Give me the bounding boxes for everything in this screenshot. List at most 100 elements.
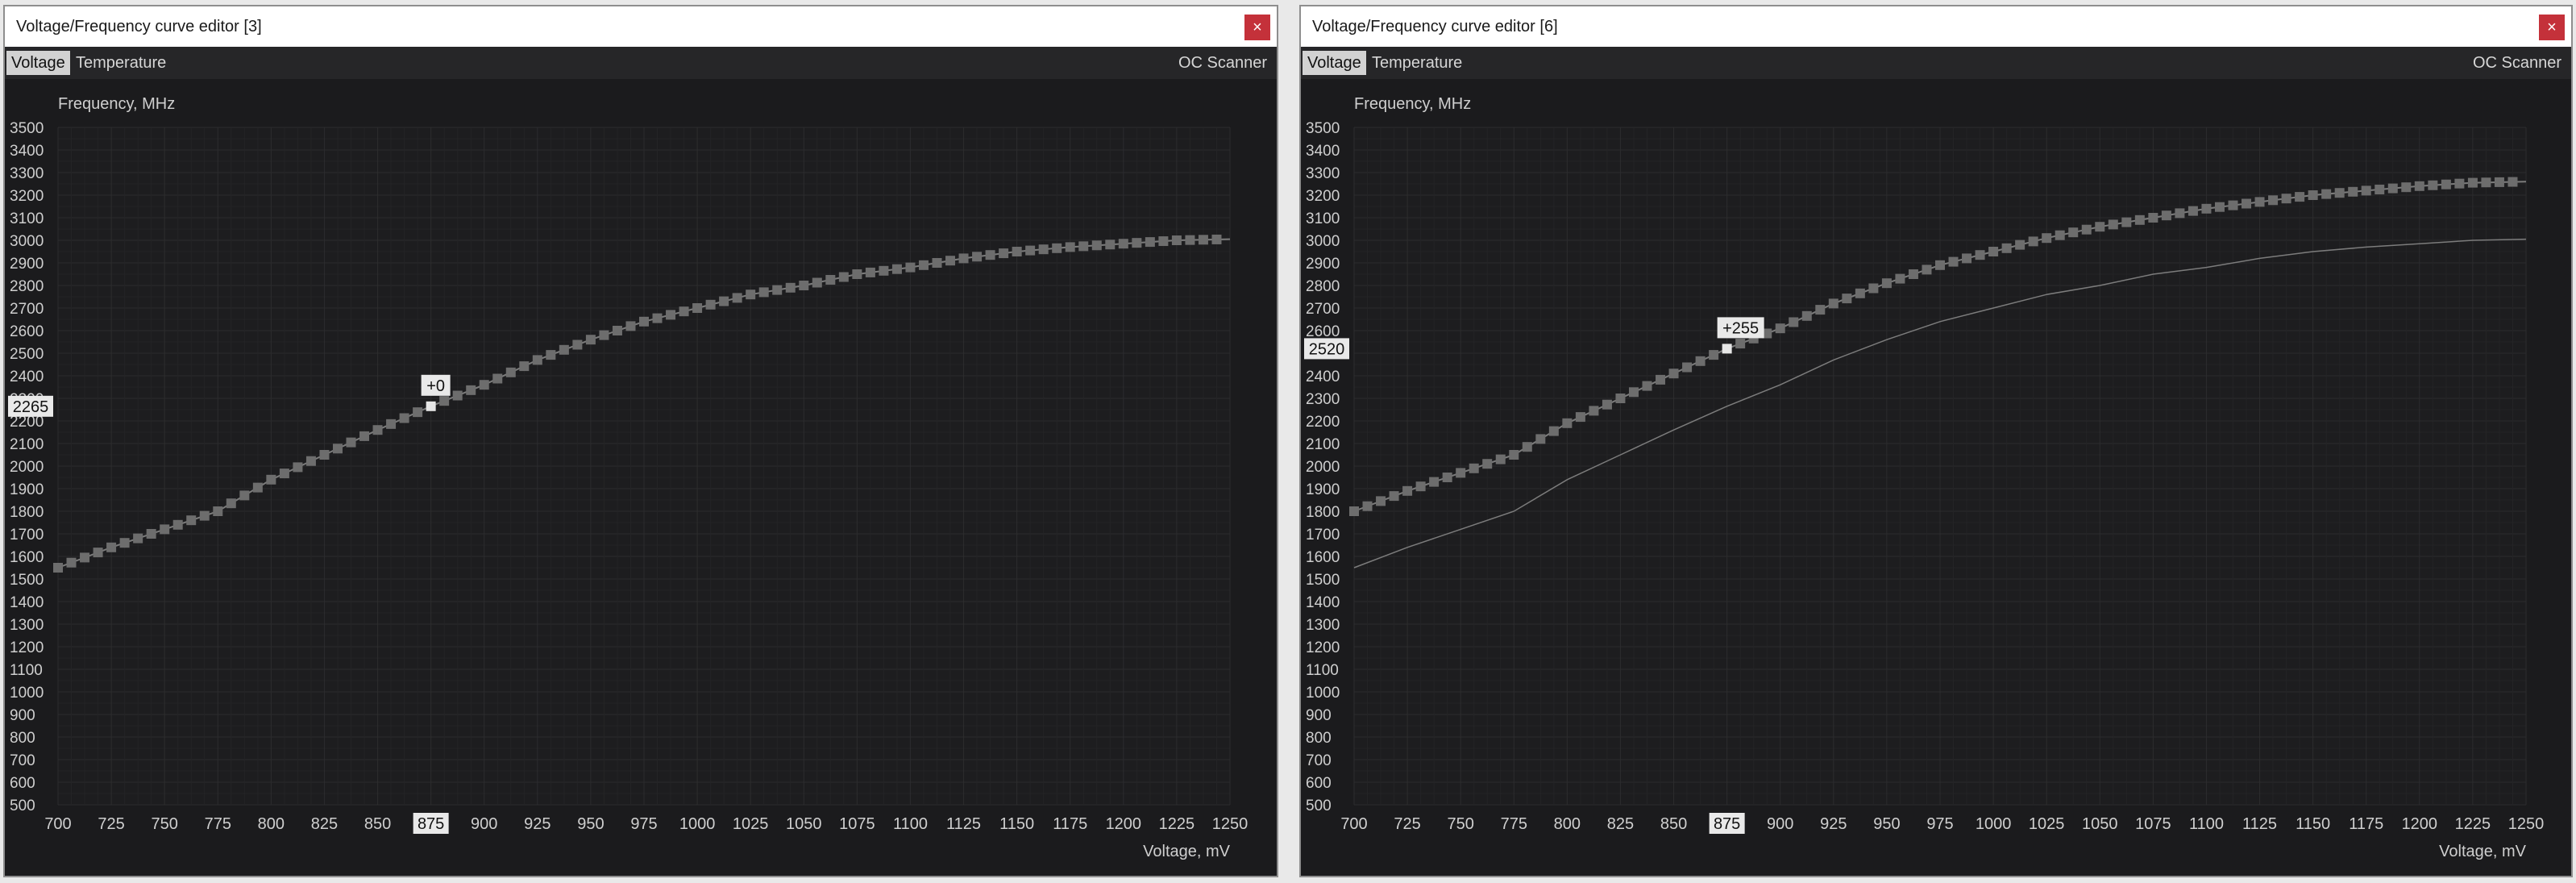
curve-point[interactable] — [1456, 468, 1466, 478]
vf-curve-graph[interactable]: 3500 3400 3300 3200 3100 3000 2900 2800 2700 2600… — [1301, 79, 2571, 876]
curve-point[interactable] — [2201, 203, 2212, 214]
curve-point[interactable] — [932, 258, 942, 268]
curve-point[interactable] — [80, 552, 90, 563]
curve-point[interactable] — [1682, 362, 1693, 373]
curve-point[interactable] — [1402, 485, 1413, 496]
curve-point[interactable] — [1362, 501, 1373, 511]
curve-point[interactable] — [1509, 450, 1519, 460]
curve-point[interactable] — [2268, 195, 2279, 206]
curve-point[interactable] — [2148, 213, 2158, 223]
curve-point[interactable] — [1642, 381, 1652, 391]
curve-point[interactable] — [1922, 264, 1932, 275]
curve-point[interactable] — [1842, 294, 1852, 304]
curve-point[interactable] — [1775, 323, 1785, 334]
curve-point[interactable] — [479, 380, 489, 390]
curve-point[interactable] — [999, 248, 1009, 259]
curve-point[interactable] — [1602, 399, 1612, 410]
curve-point[interactable] — [293, 462, 303, 473]
curve-point[interactable] — [825, 275, 836, 285]
curve-point[interactable] — [1589, 406, 1599, 416]
curve-point[interactable] — [639, 316, 649, 327]
curve-point[interactable] — [852, 269, 862, 279]
curve-point[interactable] — [466, 385, 476, 395]
curve-point[interactable] — [2334, 188, 2345, 198]
curve-point[interactable] — [399, 413, 409, 423]
curve-point[interactable] — [2481, 177, 2491, 188]
curve-point[interactable] — [2175, 208, 2185, 219]
curve-point[interactable] — [865, 267, 875, 277]
curve-point[interactable] — [1535, 434, 1546, 444]
curve-point[interactable] — [905, 262, 916, 273]
oc-scanner-button[interactable]: OC Scanner — [1174, 51, 1272, 75]
curve-point[interactable] — [2374, 185, 2385, 194]
curve-point[interactable] — [332, 444, 343, 454]
curve-point[interactable] — [1868, 283, 1879, 294]
curve-point[interactable] — [519, 361, 530, 372]
curve-point[interactable] — [1052, 243, 1062, 253]
curve-point[interactable] — [945, 256, 956, 266]
selected-curve-point[interactable] — [426, 401, 436, 411]
curve-point[interactable] — [1376, 496, 1386, 506]
curve-point[interactable] — [1522, 442, 1532, 452]
curve-point[interactable] — [2361, 185, 2371, 196]
curve-point[interactable] — [746, 289, 756, 300]
curve-point[interactable] — [1575, 412, 1585, 423]
curve-point[interactable] — [799, 281, 809, 290]
curve-point[interactable] — [1495, 454, 1506, 464]
curve-point[interactable] — [319, 450, 330, 460]
curve-point[interactable] — [53, 563, 63, 573]
close-button[interactable]: × — [2539, 15, 2565, 40]
curve-point[interactable] — [1349, 506, 1359, 516]
curve-point[interactable] — [93, 548, 103, 558]
title-bar[interactable]: Voltage/Frequency curve editor [3] × — [5, 6, 1277, 47]
curve-point[interactable] — [1158, 236, 1169, 247]
curve-point[interactable] — [585, 335, 596, 345]
oc-scanner-button[interactable]: OC Scanner — [2468, 51, 2566, 75]
curve-point[interactable] — [2214, 202, 2225, 212]
curve-point[interactable] — [625, 321, 636, 331]
curve-point[interactable] — [266, 474, 276, 485]
curve-point[interactable] — [772, 285, 783, 295]
curve-point[interactable] — [1895, 273, 1905, 284]
curve-point[interactable] — [452, 390, 463, 401]
curve-point[interactable] — [2134, 215, 2145, 225]
curve-point[interactable] — [2348, 186, 2358, 197]
curve-point[interactable] — [1615, 394, 1626, 403]
curve-point[interactable] — [1065, 242, 1075, 252]
curve-point[interactable] — [758, 287, 769, 298]
curve-point[interactable] — [1171, 235, 1182, 245]
curve-point[interactable] — [891, 264, 902, 274]
curve-point[interactable] — [1789, 317, 1799, 327]
curve-point[interactable] — [2308, 190, 2318, 200]
curve-point[interactable] — [2441, 179, 2451, 190]
curve-point[interactable] — [1695, 356, 1706, 366]
curve-point[interactable] — [1118, 239, 1128, 249]
curve-point[interactable] — [1815, 305, 1826, 315]
curve-point[interactable] — [2507, 177, 2518, 187]
curve-point[interactable] — [2387, 183, 2398, 194]
curve-point[interactable] — [652, 313, 663, 323]
curve-point[interactable] — [1198, 235, 1208, 245]
curve-point[interactable] — [146, 529, 156, 539]
curve-point[interactable] — [719, 296, 729, 306]
curve-point[interactable] — [1881, 278, 1892, 289]
curve-point[interactable] — [2428, 180, 2438, 190]
curve-point[interactable] — [1132, 238, 1142, 248]
close-button[interactable]: × — [1244, 15, 1270, 40]
curve-point[interactable] — [2081, 224, 2092, 235]
curve-point[interactable] — [2028, 236, 2038, 247]
curve-point[interactable] — [1211, 234, 1222, 244]
tab-temperature[interactable]: Temperature — [71, 51, 171, 75]
curve-point[interactable] — [1855, 288, 1865, 298]
curve-point[interactable] — [2095, 222, 2105, 232]
curve-point[interactable] — [532, 355, 542, 365]
curve-point[interactable] — [972, 252, 983, 262]
curve-point[interactable] — [1975, 250, 1985, 260]
curve-point[interactable] — [2321, 189, 2332, 199]
curve-point[interactable] — [2401, 182, 2412, 193]
curve-point[interactable] — [1935, 260, 1945, 270]
curve-point[interactable] — [958, 253, 969, 264]
curve-point[interactable] — [1735, 339, 1746, 349]
selected-curve-point[interactable] — [1722, 344, 1732, 354]
curve-point[interactable] — [505, 367, 516, 377]
